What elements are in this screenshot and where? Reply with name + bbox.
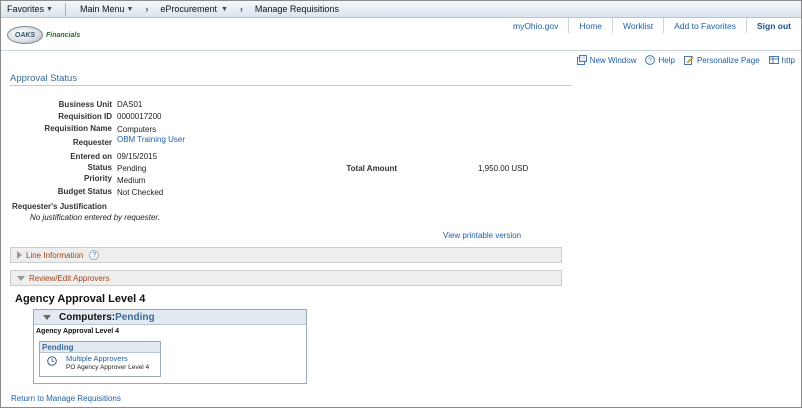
breadcrumb-eprocurement[interactable]: eProcurement ▼ [154,1,233,18]
approval-sub-title: Agency Approval Level 4 [36,328,119,335]
approver-role: PO Agency Approver Level 4 [66,364,150,371]
http-button[interactable]: http [768,55,795,65]
view-printable-link[interactable]: View printable version [443,231,521,240]
main-menu-label: Main Menu [79,4,125,14]
svg-text:?: ? [649,58,653,65]
pending-approver-card: Pending Multiple Approvers PO Agency App… [39,341,161,377]
review-edit-approvers-section[interactable]: Review/Edit Approvers [10,270,562,286]
approval-level-title: Agency Approval Level 4 [15,293,146,305]
requester-label: Requester [72,138,112,147]
requisition-name-value: Computers [117,125,157,134]
pending-label: Pending [40,342,160,353]
logo-subtitle: Financials [46,31,81,39]
total-amount-value: 1,950.00 USD [478,164,529,173]
budget-status-value: Not Checked [117,188,164,197]
line-information-section[interactable]: Line Information ? [10,247,562,263]
new-window-button[interactable]: New Window [576,55,637,65]
expand-triangle-icon [17,251,22,259]
breadcrumb-current: Manage Requisitions [249,1,345,18]
approval-box-name: Computers: [59,311,116,323]
title-divider [10,85,572,86]
oaks-logo-oval: OAKS [7,26,43,44]
requester-link[interactable]: OBM Training User [117,135,185,144]
new-window-label: New Window [589,55,637,65]
entered-on-value: 09/15/2015 [117,152,158,161]
breadcrumb-separator: › [145,4,149,14]
breadcrumb-eprocurement-label: eProcurement [160,4,217,14]
approval-box-header[interactable]: Computers: Pending [34,310,306,325]
personalize-page-label: Personalize Page [696,55,760,65]
home-link[interactable]: Home [568,18,612,33]
requisition-name-label: Requisition Name [44,124,112,133]
justification-text: No justification entered by requester. [30,213,160,222]
page-title: Approval Status [10,73,78,84]
http-label: http [781,55,795,65]
breadcrumb-separator: › [239,4,243,14]
pencil-icon [683,56,694,65]
header-links: myOhio.gov Home Worklist Add to Favorite… [503,18,801,33]
line-information-label: Line Information [26,250,84,260]
sign-out-link[interactable]: Sign out [746,18,801,33]
nav-divider [64,2,66,16]
chevron-down-icon: ▼ [126,5,134,13]
add-to-favorites-link[interactable]: Add to Favorites [663,18,746,33]
help-button[interactable]: ? Help [645,55,675,65]
oaks-logo: OAKS Financials [7,25,80,45]
approval-box-status: Pending [115,311,155,323]
business-unit-value: DAS01 [117,100,143,109]
chevron-down-icon: ▼ [220,5,228,13]
new-window-icon [576,55,587,65]
business-unit-label: Business Unit [58,100,112,109]
return-to-manage-requisitions-link[interactable]: Return to Manage Requisitions [11,394,121,403]
requisition-id-label: Requisition ID [58,112,112,121]
collapse-triangle-icon [43,314,51,320]
favorites-menu[interactable]: Favorites ▼ [1,1,59,18]
review-edit-approvers-label: Review/Edit Approvers [29,273,110,283]
help-icon[interactable]: ? [89,250,100,260]
breadcrumb-current-label: Manage Requisitions [254,4,339,14]
total-amount-label: Total Amount [346,164,397,173]
approval-level-box: Computers: Pending Agency Approval Level… [33,309,307,384]
justification-label: Requester's Justification [12,202,107,211]
status-value: Pending [117,164,147,173]
logo-text: OAKS [14,31,36,39]
page-tools: New Window ? Help Personalize Page http [568,55,795,65]
myohio-link[interactable]: myOhio.gov [503,18,568,33]
main-menu[interactable]: Main Menu ▼ [74,1,139,18]
multiple-approvers-link[interactable]: Multiple Approvers [66,354,128,363]
collapse-triangle-icon [17,275,25,281]
requisition-id-value: 0000017200 [117,112,162,121]
chevron-down-icon: ▼ [46,5,53,13]
priority-label: Priority [83,174,112,183]
top-navbar: Favorites ▼ Main Menu ▼ › eProcurement ▼… [1,1,801,18]
priority-value: Medium [117,176,146,185]
help-icon: ? [645,55,656,65]
entered-on-label: Entered on [70,152,112,161]
grid-icon [768,56,779,64]
worklist-link[interactable]: Worklist [612,18,663,33]
help-label: Help [658,55,675,65]
clock-icon [47,356,57,366]
favorites-label: Favorites [7,4,45,14]
page-header: OAKS Financials myOhio.gov Home Worklist… [1,18,801,51]
budget-status-label: Budget Status [57,187,112,196]
personalize-page-button[interactable]: Personalize Page [683,55,760,65]
status-label: Status [87,163,112,172]
